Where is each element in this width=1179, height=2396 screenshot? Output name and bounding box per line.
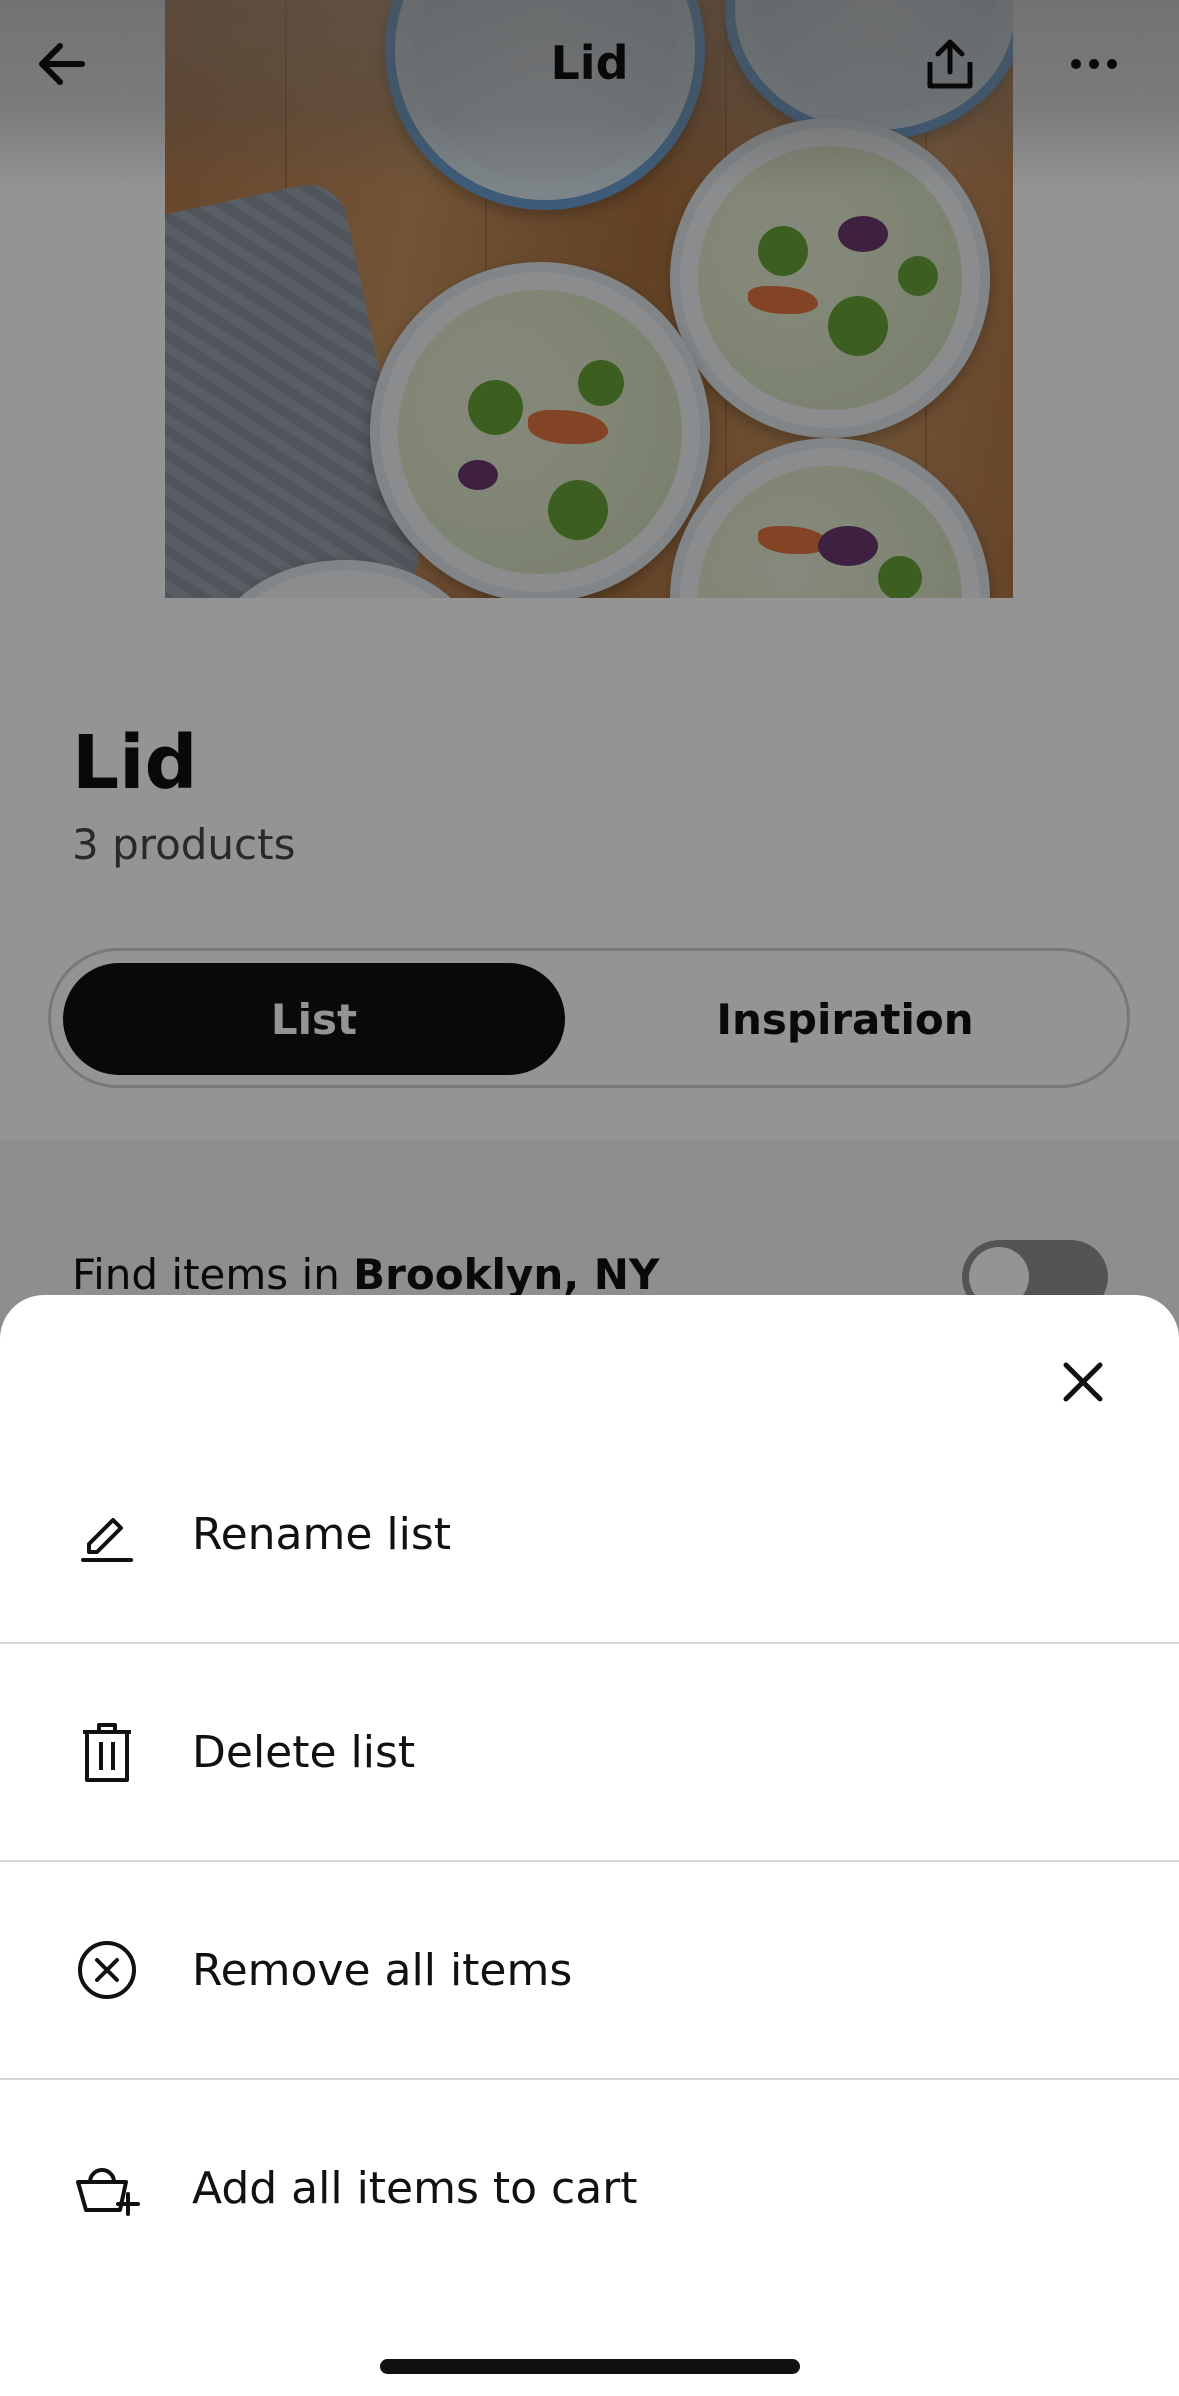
close-button[interactable]: [1048, 1347, 1118, 1417]
remove-all-items-label: Remove all items: [192, 1944, 573, 1996]
pencil-icon: [72, 1499, 142, 1569]
add-all-to-cart-item[interactable]: Add all items to cart: [0, 2080, 1179, 2296]
rename-list-item[interactable]: Rename list: [0, 1426, 1179, 1642]
delete-list-label: Delete list: [192, 1726, 416, 1778]
screen: Lid 3 products List Inspiration Find ite…: [0, 0, 1179, 2396]
list-actions-sheet: Rename list Delete list Remove all items…: [0, 1295, 1179, 2396]
close-icon: [1063, 1362, 1103, 1402]
home-indicator: [380, 2359, 800, 2374]
add-all-to-cart-label: Add all items to cart: [192, 2162, 638, 2214]
rename-list-label: Rename list: [192, 1508, 452, 1560]
circle-x-icon: [72, 1935, 142, 2005]
remove-all-items-item[interactable]: Remove all items: [0, 1862, 1179, 2078]
cart-add-icon: [72, 2153, 142, 2223]
trash-icon: [72, 1717, 142, 1787]
delete-list-item[interactable]: Delete list: [0, 1644, 1179, 1860]
